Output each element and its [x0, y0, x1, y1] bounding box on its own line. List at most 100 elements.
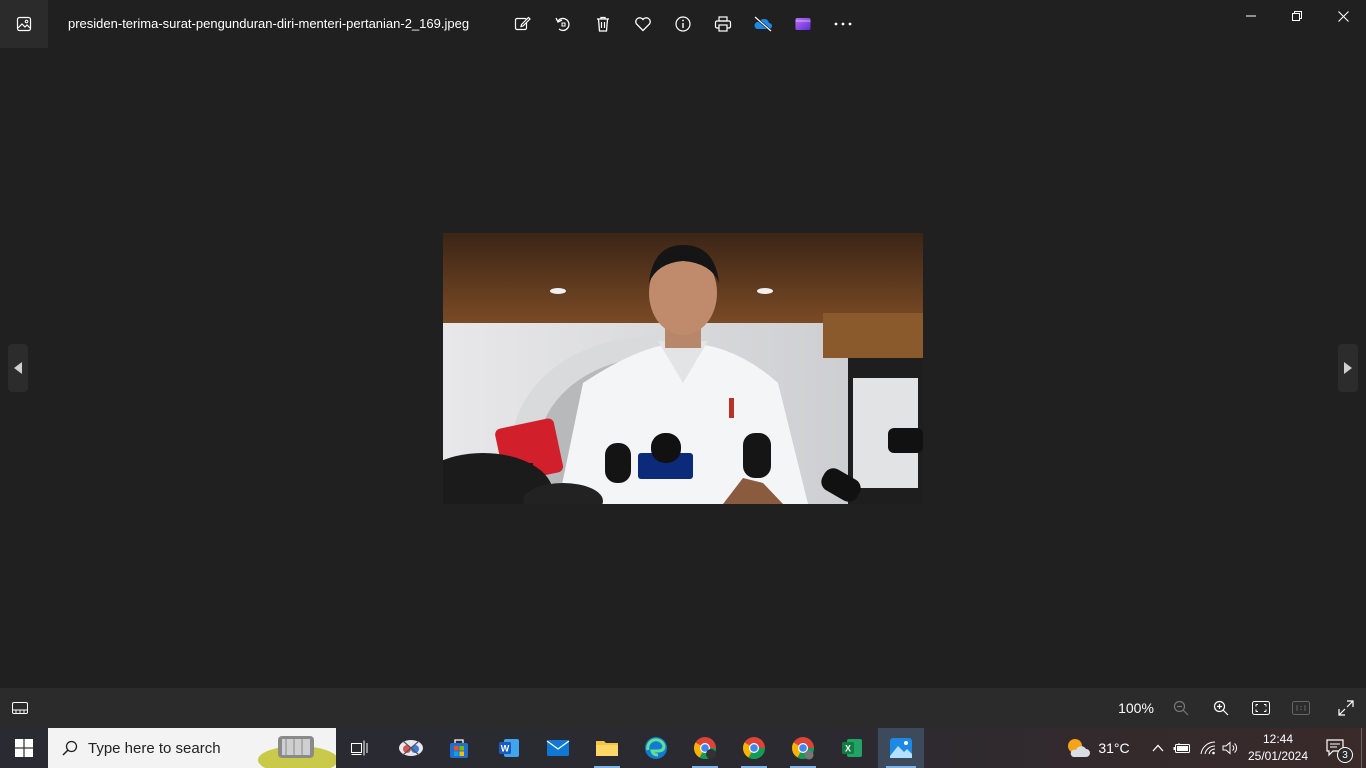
previous-image-button[interactable]: [8, 344, 28, 392]
chevron-up-icon: [1152, 744, 1164, 752]
favorite-icon: [635, 17, 651, 32]
taskbar-app-chrome-1[interactable]: [684, 728, 726, 768]
restore-button[interactable]: [1274, 0, 1320, 32]
taskbar-app-chrome-3[interactable]: [782, 728, 824, 768]
chrome-icon: [743, 737, 765, 759]
delete-button[interactable]: [583, 4, 623, 44]
rotate-button[interactable]: [543, 4, 583, 44]
excel-icon: X: [842, 739, 862, 757]
notification-center-button[interactable]: 3: [1316, 728, 1356, 768]
edge-icon: [645, 737, 667, 759]
edit-image-button[interactable]: [503, 4, 543, 44]
print-icon: [714, 16, 732, 32]
favorite-button[interactable]: [623, 4, 663, 44]
zoom-level: 100%: [1110, 688, 1162, 728]
battery-button[interactable]: [1172, 728, 1192, 768]
windows-taskbar: Type here to search W X 31°C 12:44 25/01…: [0, 728, 1366, 768]
clock[interactable]: 12:44 25/01/2024: [1244, 728, 1312, 768]
previous-arrow-icon: [14, 362, 22, 374]
taskbar-app-snipping[interactable]: [390, 728, 432, 768]
onedrive-icon: [754, 16, 772, 32]
folder-icon: [596, 741, 618, 756]
taskbar-app-photos[interactable]: [878, 728, 924, 768]
info-icon: [675, 16, 691, 32]
next-arrow-icon: [1344, 362, 1352, 374]
snipping-tool-icon: [399, 740, 423, 756]
zoom-out-icon: [1173, 700, 1189, 716]
filmstrip-icon: [12, 702, 28, 714]
mail-icon: [546, 740, 570, 756]
more-options-button[interactable]: [823, 4, 863, 44]
actual-size-button[interactable]: [1282, 688, 1320, 728]
task-view-icon: [351, 740, 368, 756]
clipchamp-icon: [795, 18, 811, 30]
word-icon: W: [499, 739, 519, 757]
minimize-icon: [1246, 15, 1256, 17]
clock-time: 12:44: [1262, 732, 1294, 746]
full-screen-button[interactable]: [1326, 688, 1366, 728]
taskbar-app-file-explorer[interactable]: [586, 728, 628, 768]
microsoft-store-icon: [450, 739, 468, 758]
search-highlight-icon: [258, 736, 336, 768]
delete-icon: [597, 16, 609, 32]
svg-text:W: W: [501, 744, 510, 754]
photos-app-window: presiden-terima-surat-pengunduran-diri-m…: [0, 0, 1366, 728]
search-placeholder: Type here to search: [88, 739, 221, 757]
task-view-button[interactable]: [340, 728, 380, 768]
taskbar-app-word[interactable]: W: [488, 728, 530, 768]
status-bar: 100%: [0, 688, 1366, 728]
speaker-icon: [1222, 741, 1237, 755]
weather-temperature[interactable]: 31°C: [1096, 728, 1132, 768]
partly-cloudy-icon: [1068, 739, 1090, 757]
full-screen-icon: [1338, 700, 1354, 716]
fit-to-window-icon: [1252, 701, 1270, 715]
taskbar-app-chrome-2[interactable]: [733, 728, 775, 768]
zoom-in-icon: [1213, 700, 1229, 716]
filmstrip-button[interactable]: [0, 688, 40, 728]
search-icon: [62, 740, 78, 756]
svg-text:X: X: [845, 744, 851, 754]
print-button[interactable]: [703, 4, 743, 44]
close-icon: [1337, 10, 1349, 22]
more-options-icon: [834, 22, 852, 26]
weather-temp-label: 31°C: [1098, 739, 1130, 756]
clock-date: 25/01/2024: [1247, 749, 1309, 763]
zoom-out-button[interactable]: [1162, 688, 1200, 728]
next-image-button[interactable]: [1338, 344, 1358, 392]
close-button[interactable]: [1320, 0, 1366, 32]
network-button[interactable]: [1198, 728, 1218, 768]
fit-to-window-button[interactable]: [1242, 688, 1280, 728]
photo-content: [443, 233, 923, 504]
clipchamp-button[interactable]: [783, 4, 823, 44]
displayed-photo: [443, 233, 923, 504]
show-hidden-icons-button[interactable]: [1148, 728, 1168, 768]
taskbar-app-store[interactable]: [438, 728, 480, 768]
zoom-level-label: 100%: [1118, 700, 1154, 716]
edit-image-icon: [514, 16, 531, 31]
weather-icon-button[interactable]: [1062, 728, 1094, 768]
taskbar-app-mail[interactable]: [537, 728, 579, 768]
restore-icon: [1292, 11, 1302, 21]
volume-button[interactable]: [1220, 728, 1240, 768]
chrome-icon: [694, 737, 716, 759]
rotate-icon: [555, 17, 570, 32]
minimize-button[interactable]: [1228, 0, 1274, 32]
photos-app-icon[interactable]: [0, 0, 48, 48]
notification-badge: 3: [1337, 747, 1353, 763]
show-desktop-button[interactable]: [1361, 728, 1366, 768]
actual-size-icon: [1292, 701, 1310, 715]
onedrive-button[interactable]: [743, 4, 783, 44]
image-toolbar: [503, 4, 863, 44]
windows-logo-icon: [15, 739, 33, 757]
file-name-title: presiden-terima-surat-pengunduran-diri-m…: [68, 16, 470, 31]
start-button[interactable]: [0, 728, 48, 768]
photos-icon: [890, 738, 912, 758]
taskbar-search-box[interactable]: Type here to search: [48, 728, 336, 768]
taskbar-app-edge[interactable]: [635, 728, 677, 768]
info-button[interactable]: [663, 4, 703, 44]
zoom-in-button[interactable]: [1202, 688, 1240, 728]
taskbar-app-excel[interactable]: X: [831, 728, 873, 768]
battery-icon: [1173, 743, 1190, 753]
title-bar: presiden-terima-surat-pengunduran-diri-m…: [0, 0, 1366, 48]
wifi-icon: [1200, 741, 1216, 755]
